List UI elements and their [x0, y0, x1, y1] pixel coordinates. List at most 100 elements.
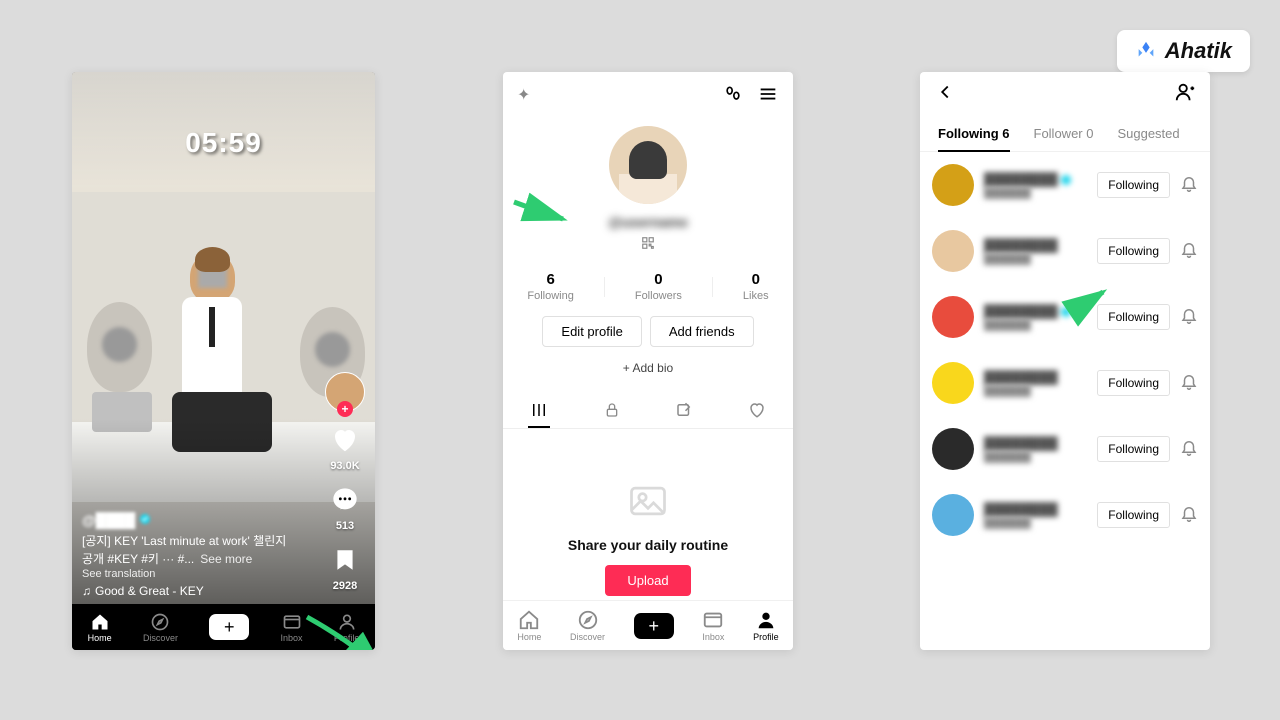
following-button[interactable]: Following	[1097, 370, 1170, 396]
bookmark-button[interactable]: 2928	[327, 542, 363, 592]
footprint-icon[interactable]	[723, 84, 743, 104]
user-sub: ██████	[984, 187, 1087, 199]
stat-following[interactable]: 6 Following	[527, 271, 573, 302]
nav-home[interactable]: Home	[88, 612, 112, 643]
nav-profile-label: Profile	[753, 632, 779, 642]
stat-likes[interactable]: 0 Likes	[743, 271, 769, 302]
sparkle-icon[interactable]	[517, 85, 535, 103]
user-sub: ██████	[984, 253, 1087, 265]
user-avatar[interactable]	[932, 164, 974, 206]
heart-icon	[748, 401, 766, 419]
bookmark-count: 2928	[333, 580, 357, 592]
following-button[interactable]: Following	[1097, 238, 1170, 264]
bell-icon[interactable]	[1180, 372, 1198, 395]
see-translation-link[interactable]: See translation	[82, 568, 300, 580]
tab-liked[interactable]	[721, 391, 794, 428]
user-sub: ██████	[984, 319, 1087, 331]
following-count: 6	[527, 271, 573, 288]
following-button[interactable]: Following	[1097, 436, 1170, 462]
plus-icon: +	[648, 617, 659, 635]
nav-profile[interactable]: Profile	[334, 612, 360, 643]
following-button[interactable]: Following	[1097, 502, 1170, 528]
nav-inbox[interactable]: Inbox	[281, 612, 303, 643]
user-sub: ██████	[984, 385, 1087, 397]
following-row[interactable]: ██████████████ Following	[932, 284, 1198, 350]
nav-home-label: Home	[517, 632, 541, 642]
profile-tabs	[503, 391, 793, 429]
nav-create[interactable]: +	[209, 614, 249, 640]
ahatik-logo: Ahatik	[1117, 30, 1250, 72]
add-bio-link[interactable]: + Add bio	[503, 361, 793, 375]
user-name: ████████	[984, 436, 1087, 451]
see-more-link[interactable]: See more	[200, 552, 252, 566]
creator-avatar[interactable]: +	[325, 372, 365, 412]
gallery-icon	[626, 479, 670, 523]
following-row[interactable]: ██████████████Following	[932, 482, 1198, 548]
user-avatar[interactable]	[932, 362, 974, 404]
user-info: ██████████████	[984, 304, 1087, 331]
user-name: ████████	[984, 370, 1087, 385]
nav-profile[interactable]: Profile	[753, 609, 779, 642]
bell-icon[interactable]	[1180, 504, 1198, 527]
tab-private[interactable]	[576, 391, 649, 428]
user-avatar[interactable]	[932, 428, 974, 470]
nav-profile-label: Profile	[334, 633, 360, 643]
following-row[interactable]: ██████████████ Following	[932, 152, 1198, 218]
profile-handle: @username	[503, 214, 793, 230]
add-user-icon[interactable]	[1174, 81, 1196, 108]
user-avatar[interactable]	[932, 296, 974, 338]
bell-icon[interactable]	[1180, 306, 1198, 329]
empty-state: Share your daily routine Upload	[503, 479, 793, 596]
video-info: @████ [공지] KEY 'Last minute at work' 챌린지…	[82, 512, 300, 598]
ahatik-text: Ahatik	[1165, 38, 1232, 64]
back-button[interactable]	[934, 81, 956, 108]
stat-followers[interactable]: 0 Followers	[635, 271, 682, 302]
repost-icon	[675, 401, 693, 419]
nav-create[interactable]: +	[634, 613, 674, 639]
add-friends-button[interactable]: Add friends	[650, 316, 754, 347]
music-note-icon: ♫	[82, 584, 91, 598]
tab-following[interactable]: Following 6	[938, 116, 1010, 151]
tab-grid[interactable]	[503, 391, 576, 428]
nav-inbox-label: Inbox	[702, 632, 724, 642]
following-row[interactable]: ██████████████Following	[932, 416, 1198, 482]
profile-avatar[interactable]	[609, 126, 687, 204]
tab-reposts[interactable]	[648, 391, 721, 428]
creator-handle[interactable]: @████	[82, 512, 300, 528]
user-avatar[interactable]	[932, 230, 974, 272]
nav-inbox[interactable]: Inbox	[702, 609, 724, 642]
user-avatar[interactable]	[932, 494, 974, 536]
bell-icon[interactable]	[1180, 174, 1198, 197]
nav-home[interactable]: Home	[517, 609, 541, 642]
music-title: Good & Great - KEY	[95, 584, 204, 598]
music-info[interactable]: ♫ Good & Great - KEY	[82, 584, 300, 598]
following-row[interactable]: ██████████████Following	[932, 218, 1198, 284]
bell-icon[interactable]	[1180, 240, 1198, 263]
following-button[interactable]: Following	[1097, 304, 1170, 330]
following-button[interactable]: Following	[1097, 172, 1170, 198]
bell-icon[interactable]	[1180, 438, 1198, 461]
upload-button[interactable]: Upload	[605, 565, 690, 596]
home-icon	[90, 612, 110, 632]
user-sub: ██████	[984, 517, 1087, 529]
ahatik-mark-icon	[1135, 40, 1157, 62]
grid-icon	[530, 401, 548, 419]
qr-icon[interactable]	[503, 236, 793, 255]
tab-follower[interactable]: Follower 0	[1034, 116, 1094, 151]
following-row[interactable]: ██████████████ Following	[932, 350, 1198, 416]
nav-discover[interactable]: Discover	[570, 609, 605, 642]
followers-label: Followers	[635, 290, 682, 302]
menu-icon[interactable]	[757, 83, 779, 105]
user-info: ██████████████	[984, 172, 1087, 199]
comment-button[interactable]: 513	[327, 482, 363, 532]
nav-discover[interactable]: Discover	[143, 612, 178, 643]
feed-screen: 05:59 + 93.0K 513 2928 2562 @████ [공지] K…	[72, 72, 375, 650]
video-caption: [공지] KEY 'Last minute at work' 챌린지 공개 #K…	[82, 534, 286, 566]
nav-inbox-label: Inbox	[281, 633, 303, 643]
comment-count: 513	[336, 520, 354, 532]
tab-suggested[interactable]: Suggested	[1117, 116, 1179, 151]
like-button[interactable]: 93.0K	[327, 422, 363, 472]
following-list: ██████████████Following██████████████Fol…	[920, 152, 1210, 548]
edit-profile-button[interactable]: Edit profile	[542, 316, 641, 347]
user-info: ██████████████	[984, 370, 1087, 397]
